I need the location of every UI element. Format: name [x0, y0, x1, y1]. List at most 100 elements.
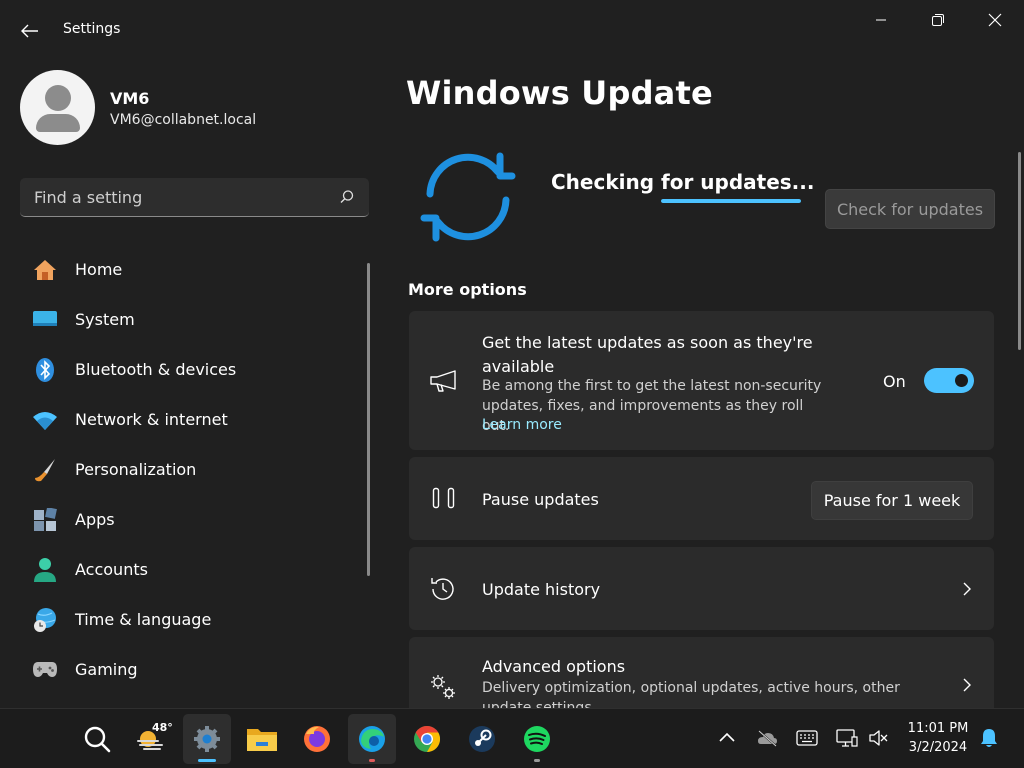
- close-button[interactable]: [966, 0, 1023, 40]
- globe-clock-icon: [32, 608, 58, 632]
- settings-icon: [194, 726, 220, 752]
- chrome-icon: [414, 725, 441, 753]
- advanced-options-title: Advanced options: [482, 657, 626, 676]
- volume-muted-icon[interactable]: [868, 729, 888, 747]
- steam-icon: [469, 726, 495, 752]
- wifi-icon: [32, 408, 58, 432]
- notification-bell-icon[interactable]: [980, 728, 998, 748]
- toggle-state-label: On: [883, 372, 906, 391]
- taskbar-settings-app[interactable]: [183, 714, 231, 764]
- brush-icon: [32, 458, 58, 482]
- megaphone-icon: [430, 370, 456, 392]
- accounts-icon: [32, 558, 58, 582]
- search-placeholder: Find a setting: [34, 188, 143, 207]
- update-progress-bar: [661, 199, 801, 203]
- avatar: [20, 70, 95, 145]
- latest-updates-title: Get the latest updates as soon as they'r…: [482, 333, 813, 376]
- restore-button[interactable]: [909, 0, 966, 40]
- chevron-up-icon[interactable]: [718, 731, 736, 743]
- clock-time: 11:01 PM: [907, 721, 969, 736]
- pause-icon: [432, 487, 455, 509]
- sidebar-item-personalization[interactable]: Personalization: [20, 445, 365, 495]
- update-history-card[interactable]: Update history: [409, 547, 994, 630]
- taskbar-chrome[interactable]: [403, 714, 451, 764]
- advanced-options-description: Delivery optimization, optional updates,…: [482, 680, 900, 708]
- back-arrow-icon: [21, 24, 38, 38]
- weather-temperature: 48°: [152, 721, 173, 734]
- back-button[interactable]: [14, 16, 46, 46]
- taskbar-steam[interactable]: [458, 714, 506, 764]
- gears-icon: [431, 675, 455, 699]
- advanced-options-card[interactable]: Advanced options Delivery optimization, …: [409, 637, 994, 708]
- taskbar-firefox[interactable]: [293, 714, 341, 764]
- sidebar-item-home[interactable]: Home: [20, 245, 365, 295]
- sidebar-item-label: Network & internet: [75, 410, 228, 429]
- sidebar-item-bluetooth[interactable]: Bluetooth & devices: [20, 345, 365, 395]
- taskbar-edge[interactable]: [348, 714, 396, 764]
- active-app-indicator: [198, 759, 216, 762]
- open-app-indicator: [369, 759, 375, 762]
- learn-more-link[interactable]: Learn more: [482, 417, 562, 433]
- sidebar-item-gaming[interactable]: Gaming: [20, 645, 365, 695]
- sidebar-nav: Home System Bluetooth & devices Network …: [20, 245, 365, 695]
- clock-date: 3/2/2024: [908, 740, 968, 755]
- app-title: Settings: [63, 21, 121, 37]
- file-explorer-icon: [247, 729, 277, 751]
- page-title: Windows Update: [406, 74, 713, 112]
- sidebar-item-system[interactable]: System: [20, 295, 365, 345]
- sidebar-item-label: Gaming: [75, 660, 138, 679]
- update-progress-fill: [661, 199, 801, 203]
- update-history-title: Update history: [482, 580, 601, 599]
- edge-icon: [359, 726, 385, 752]
- more-options-heading: More options: [408, 280, 527, 299]
- taskbar-file-explorer[interactable]: [238, 714, 286, 764]
- restore-icon: [931, 14, 944, 26]
- pause-updates-card: Pause updates Pause for 1 week: [409, 457, 994, 540]
- taskbar-spotify[interactable]: [513, 714, 561, 764]
- sidebar-item-apps[interactable]: Apps: [20, 495, 365, 545]
- apps-icon: [32, 508, 58, 532]
- sidebar-item-label: Home: [75, 260, 123, 279]
- history-icon: [431, 578, 454, 600]
- bluetooth-icon: [32, 358, 58, 382]
- open-app-indicator: [534, 759, 540, 762]
- search-input[interactable]: Find a setting: [20, 178, 369, 217]
- taskbar: 48° 11:01 PM 3/2/2024: [0, 708, 1024, 768]
- title-bar: Settings: [0, 0, 1024, 60]
- keyboard-icon[interactable]: [796, 730, 818, 746]
- minimize-button[interactable]: [852, 0, 909, 40]
- onedrive-offline-icon[interactable]: [756, 729, 778, 747]
- sidebar-item-label: Accounts: [75, 560, 148, 579]
- user-email: VM6@collabnet.local: [110, 112, 257, 128]
- latest-updates-card: Get the latest updates as soon as they'r…: [409, 311, 994, 450]
- system-icon: [32, 308, 58, 332]
- latest-updates-toggle[interactable]: [924, 368, 974, 393]
- sidebar-scrollbar[interactable]: [367, 263, 370, 576]
- chevron-right-icon: [963, 582, 971, 596]
- user-profile[interactable]: VM6 VM6@collabnet.local: [20, 70, 380, 146]
- sidebar-item-label: Apps: [75, 510, 115, 529]
- sidebar-item-label: System: [75, 310, 135, 329]
- sidebar-item-accounts[interactable]: Accounts: [20, 545, 365, 595]
- sidebar-item-label: Personalization: [75, 460, 197, 479]
- close-icon: [988, 13, 1001, 27]
- sync-icon: [420, 152, 516, 242]
- update-status-text: Checking for updates...: [551, 170, 815, 194]
- chevron-right-icon: [963, 678, 971, 692]
- taskbar-search-button[interactable]: [73, 714, 121, 764]
- search-icon: [340, 190, 354, 204]
- main-scrollbar[interactable]: [1018, 152, 1021, 350]
- check-for-updates-button[interactable]: Check for updates: [825, 189, 995, 229]
- sidebar-item-label: Bluetooth & devices: [75, 360, 237, 379]
- minimize-icon: [875, 19, 886, 21]
- sidebar-item-label: Time & language: [75, 610, 212, 629]
- sidebar-item-time-language[interactable]: Time & language: [20, 595, 365, 645]
- search-icon: [84, 726, 111, 753]
- taskbar-clock[interactable]: 11:01 PM 3/2/2024: [896, 719, 980, 757]
- network-icon[interactable]: [836, 729, 858, 747]
- sidebar-item-network[interactable]: Network & internet: [20, 395, 365, 445]
- spotify-icon: [524, 726, 550, 752]
- pause-updates-title: Pause updates: [482, 490, 599, 509]
- user-name: VM6: [110, 89, 150, 108]
- pause-for-1-week-button[interactable]: Pause for 1 week: [811, 481, 973, 520]
